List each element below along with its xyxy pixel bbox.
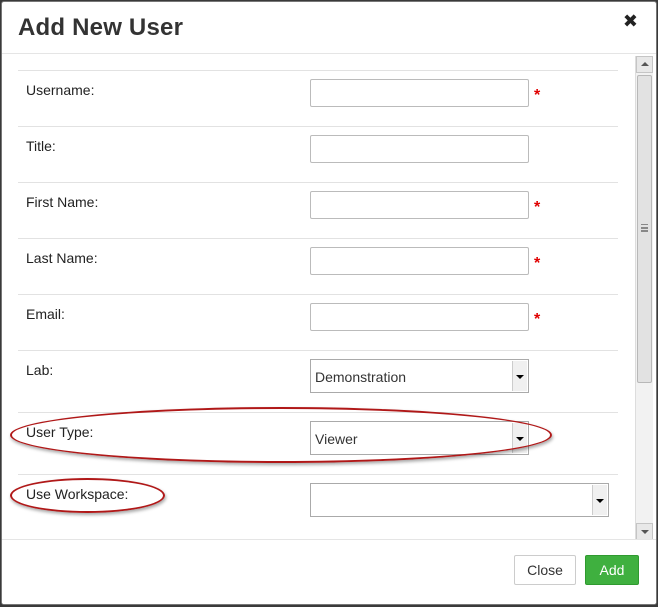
lab-label: Lab: xyxy=(26,362,54,378)
last-name-label: Last Name: xyxy=(26,250,98,266)
close-button[interactable]: Close xyxy=(514,555,576,585)
lab-row: Lab: Demonstration xyxy=(18,351,618,413)
add-user-dialog: Add New User ✖ Username: * Title: First … xyxy=(1,1,657,605)
vertical-scrollbar[interactable] xyxy=(635,56,653,540)
title-field[interactable] xyxy=(310,135,529,163)
last-name-row: Last Name: * xyxy=(18,239,618,295)
chevron-down-icon[interactable] xyxy=(592,485,607,515)
first-name-field[interactable] xyxy=(310,191,529,219)
last-name-field[interactable] xyxy=(310,247,529,275)
chevron-down-icon[interactable] xyxy=(512,423,527,453)
email-field[interactable] xyxy=(310,303,529,331)
grip-icon xyxy=(641,224,648,226)
title-label: Title: xyxy=(26,138,56,154)
user-form: Username: * Title: First Name: * Last Na… xyxy=(18,70,618,536)
user-type-row: User Type: Viewer xyxy=(18,413,618,475)
lab-select-value: Demonstration xyxy=(315,369,407,385)
close-icon[interactable]: ✖ xyxy=(623,12,638,30)
required-marker: * xyxy=(534,255,541,272)
user-type-label: User Type: xyxy=(26,424,94,440)
username-field[interactable] xyxy=(310,79,529,107)
required-marker: * xyxy=(534,199,541,216)
username-label: Username: xyxy=(26,82,95,98)
dialog-footer: Close Add xyxy=(2,539,656,604)
email-row: Email: * xyxy=(18,295,618,351)
dialog-body: Username: * Title: First Name: * Last Na… xyxy=(2,54,656,540)
first-name-row: First Name: * xyxy=(18,183,618,239)
add-button[interactable]: Add xyxy=(585,555,639,585)
user-type-select[interactable]: Viewer xyxy=(310,421,529,455)
dialog-header: Add New User ✖ xyxy=(2,2,656,54)
required-marker: * xyxy=(534,311,541,328)
title-row: Title: xyxy=(18,127,618,183)
first-name-label: First Name: xyxy=(26,194,99,210)
scroll-up-icon[interactable] xyxy=(636,56,653,73)
scrollbar-thumb[interactable] xyxy=(637,75,652,383)
use-workspace-row: Use Workspace: xyxy=(18,475,618,536)
chevron-down-icon[interactable] xyxy=(512,361,527,391)
username-row: Username: * xyxy=(18,71,618,127)
lab-select[interactable]: Demonstration xyxy=(310,359,529,393)
dialog-title: Add New User xyxy=(18,14,184,41)
required-marker: * xyxy=(534,87,541,104)
scroll-down-icon[interactable] xyxy=(636,523,653,540)
email-label: Email: xyxy=(26,306,65,322)
user-type-select-value: Viewer xyxy=(315,431,358,447)
use-workspace-select[interactable] xyxy=(310,483,609,517)
use-workspace-label: Use Workspace: xyxy=(26,486,129,502)
